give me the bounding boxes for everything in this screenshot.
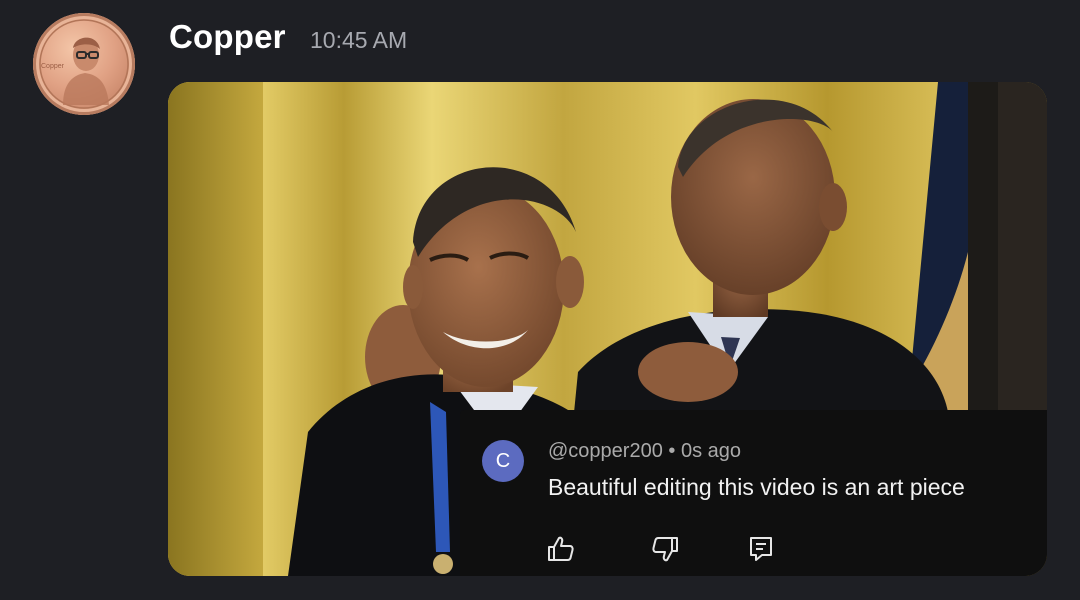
commenter-avatar[interactable]: C [482, 440, 524, 482]
thumbs-up-icon [548, 536, 574, 561]
penny-coin-icon: Copper [39, 19, 129, 109]
like-button[interactable] [546, 534, 576, 564]
thumbs-down-icon [652, 537, 678, 562]
svg-text:Copper: Copper [41, 63, 65, 70]
meta-separator: • [668, 440, 676, 462]
author-name[interactable]: Copper [169, 18, 286, 56]
reply-button[interactable] [746, 534, 776, 564]
dislike-button[interactable] [650, 534, 680, 564]
message-timestamp: 10:45 AM [310, 27, 408, 53]
author-avatar[interactable]: Copper [33, 13, 135, 115]
reply-icon [750, 537, 772, 561]
media-attachment[interactable]: C @copper200 • 0s ago Beautiful editing … [168, 82, 1047, 576]
commenter-handle[interactable]: @copper200 [548, 440, 663, 462]
youtube-comment-card: C @copper200 • 0s ago Beautiful editing … [460, 410, 1047, 576]
comment-age: 0s ago [680, 440, 742, 462]
comment-meta: @copper200 • 0s ago [548, 440, 741, 463]
comment-text: Beautiful editing this video is an art p… [548, 474, 965, 500]
